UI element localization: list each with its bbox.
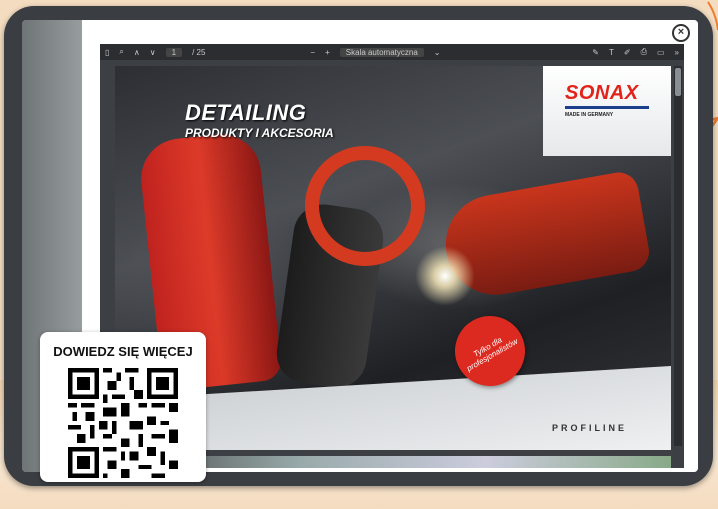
steering-wheel-graphic bbox=[305, 146, 425, 266]
zoom-out-icon[interactable]: − bbox=[310, 48, 315, 57]
badge-text: Tylko dla profesjonalistów bbox=[465, 335, 520, 374]
print-icon[interactable]: ⎙ bbox=[641, 47, 647, 57]
highlight-icon[interactable]: ✎ bbox=[592, 48, 599, 57]
text-icon[interactable]: T bbox=[609, 48, 614, 57]
viewer-toolbar: ▯ ⌕ ∧ ∨ 1 / 25 − + Skala automatyczna ⌄ … bbox=[100, 44, 684, 60]
search-icon[interactable]: ⌕ bbox=[119, 47, 123, 57]
qr-card-title: DOWIEDZ SIĘ WIĘCEJ bbox=[53, 344, 193, 359]
more-tools-icon[interactable]: » bbox=[675, 48, 679, 57]
prev-page-icon[interactable]: ∧ bbox=[134, 48, 140, 57]
scroll-thumb[interactable] bbox=[675, 68, 681, 96]
zoom-in-icon[interactable]: + bbox=[325, 48, 330, 57]
page-number-input[interactable]: 1 bbox=[165, 47, 183, 57]
brand-tagline: MADE IN GERMANY bbox=[565, 112, 614, 118]
draw-icon[interactable]: ✐ bbox=[624, 48, 631, 57]
qr-code-icon[interactable] bbox=[62, 368, 184, 478]
brand-logo: SONAX bbox=[565, 82, 639, 104]
vertical-scrollbar[interactable] bbox=[674, 66, 682, 446]
close-icon[interactable]: × bbox=[672, 24, 690, 42]
flash-glow bbox=[415, 246, 475, 306]
sidebar-toggle-icon[interactable]: ▯ bbox=[105, 48, 109, 57]
qr-card[interactable]: DOWIEDZ SIĘ WIĘCEJ bbox=[40, 332, 206, 482]
zoom-select[interactable]: Skala automatyczna bbox=[339, 47, 424, 57]
page-subtitle: PRODUKTY I AKCESORIA bbox=[185, 126, 334, 140]
chevron-down-icon[interactable]: ⌄ bbox=[434, 48, 441, 57]
logo-panel bbox=[543, 66, 671, 156]
save-icon[interactable]: ▭ bbox=[657, 48, 665, 57]
page-total: / 25 bbox=[192, 47, 206, 57]
product-line-label: PROFILINE bbox=[552, 423, 628, 433]
page-title: DETAILING bbox=[185, 100, 307, 125]
logo-underline bbox=[565, 106, 649, 109]
next-page-icon[interactable]: ∨ bbox=[150, 48, 156, 57]
